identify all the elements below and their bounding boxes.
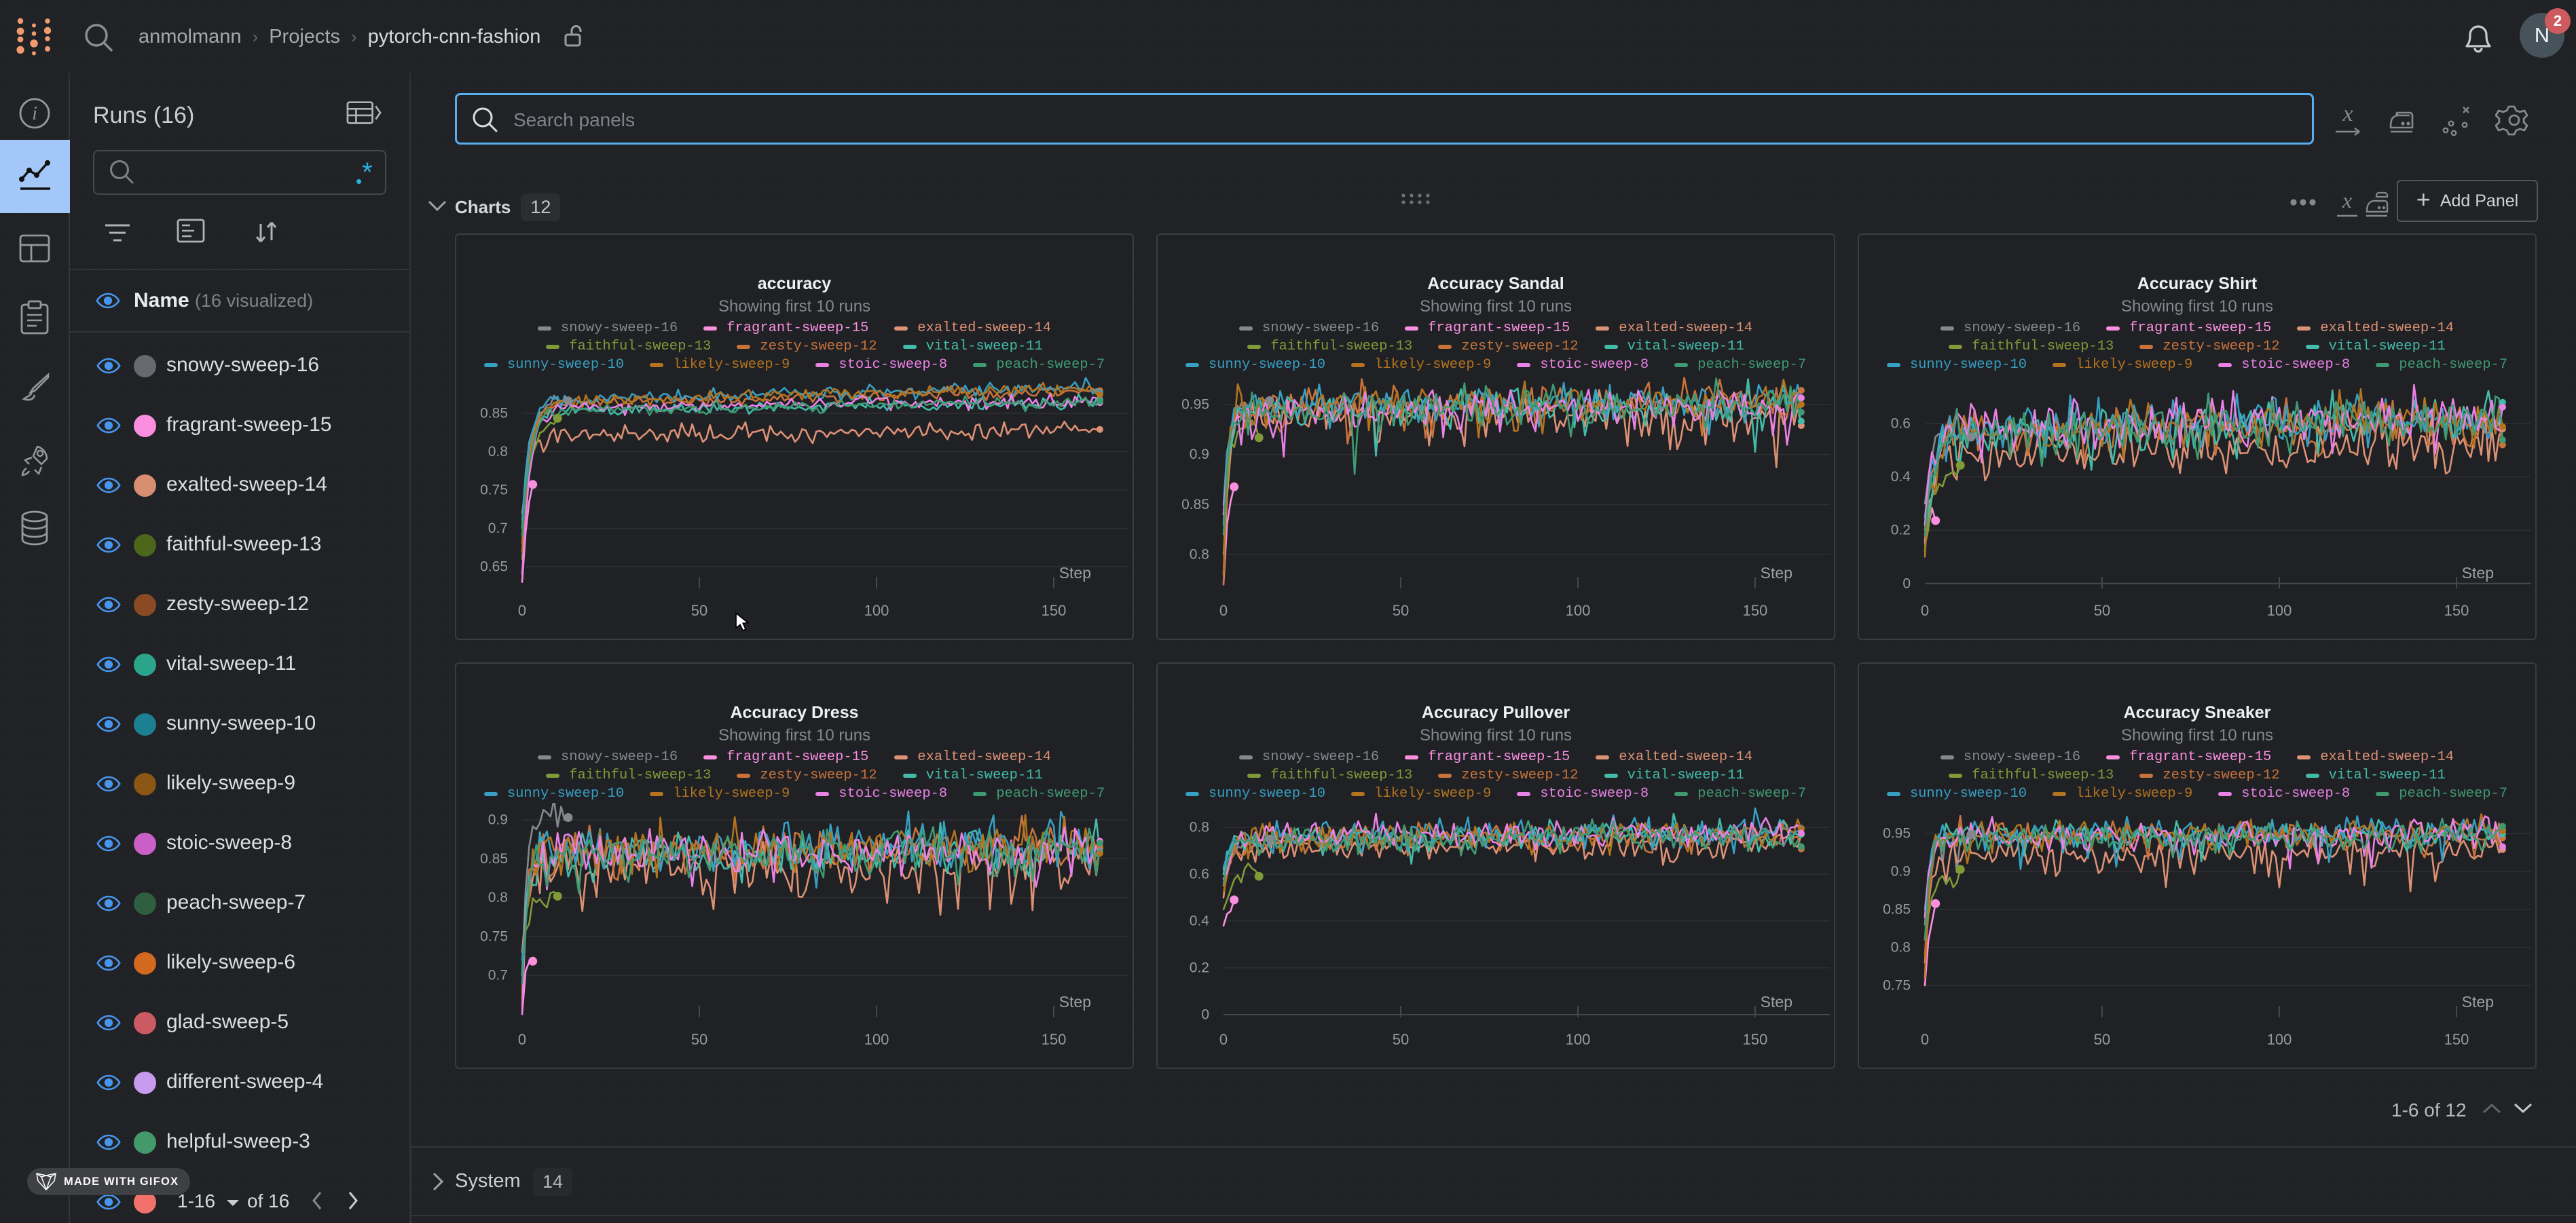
svg-text:0.95: 0.95	[1181, 397, 1209, 413]
svg-text:Step: Step	[1059, 564, 1091, 582]
svg-text:150: 150	[1042, 1031, 1067, 1048]
svg-text:0.9: 0.9	[1891, 864, 1911, 880]
svg-text:100: 100	[864, 1031, 889, 1048]
svg-text:150: 150	[1743, 602, 1768, 619]
svg-text:0.2: 0.2	[1190, 960, 1209, 976]
svg-text:0.85: 0.85	[480, 851, 508, 867]
svg-text:0.7: 0.7	[488, 521, 508, 536]
svg-text:0: 0	[518, 602, 526, 619]
svg-text:0.85: 0.85	[1181, 497, 1209, 512]
svg-text:0.4: 0.4	[1891, 469, 1911, 485]
svg-text:Step: Step	[1761, 564, 1792, 582]
svg-text:100: 100	[1566, 1031, 1591, 1048]
svg-text:0.9: 0.9	[488, 812, 508, 828]
svg-text:Step: Step	[1059, 993, 1091, 1011]
svg-text:50: 50	[1393, 602, 1409, 619]
svg-text:0: 0	[1219, 602, 1228, 619]
svg-text:0.8: 0.8	[1190, 820, 1209, 835]
svg-text:Step: Step	[2462, 993, 2494, 1011]
svg-text:0.8: 0.8	[488, 444, 508, 459]
svg-text:150: 150	[2444, 1031, 2469, 1048]
svg-text:0.8: 0.8	[1190, 547, 1209, 563]
svg-text:0.7: 0.7	[488, 968, 508, 983]
svg-text:0.6: 0.6	[1190, 867, 1209, 882]
svg-text:0.6: 0.6	[1891, 416, 1911, 432]
svg-text:0.8: 0.8	[488, 890, 508, 905]
svg-text:Step: Step	[1761, 993, 1792, 1011]
svg-text:0.85: 0.85	[1883, 902, 1911, 918]
svg-text:0.9: 0.9	[1190, 447, 1209, 462]
svg-text:150: 150	[1042, 602, 1067, 619]
svg-text:0: 0	[1921, 602, 1929, 619]
svg-text:0.75: 0.75	[480, 483, 508, 498]
svg-text:100: 100	[2267, 1031, 2292, 1048]
svg-text:50: 50	[1393, 1031, 1409, 1048]
svg-text:0.85: 0.85	[480, 406, 508, 421]
svg-text:100: 100	[1566, 602, 1591, 619]
svg-text:150: 150	[1743, 1031, 1768, 1048]
svg-text:0.75: 0.75	[480, 928, 508, 944]
svg-text:0: 0	[518, 1031, 526, 1048]
svg-text:0.8: 0.8	[1891, 940, 1911, 956]
svg-text:0.75: 0.75	[1883, 978, 1911, 994]
svg-text:0: 0	[1921, 1031, 1929, 1048]
svg-text:0.4: 0.4	[1190, 914, 1210, 929]
svg-text:0: 0	[1902, 576, 1911, 591]
svg-text:100: 100	[2267, 602, 2292, 619]
svg-text:0: 0	[1201, 1007, 1209, 1023]
svg-text:i: i	[32, 103, 37, 124]
svg-text:x: x	[2342, 189, 2352, 212]
svg-text:0.2: 0.2	[1891, 523, 1911, 538]
svg-text:50: 50	[2094, 602, 2110, 619]
svg-text:150: 150	[2444, 602, 2469, 619]
svg-text:100: 100	[864, 602, 889, 619]
svg-text:Step: Step	[2462, 564, 2494, 582]
svg-text:0.65: 0.65	[480, 559, 508, 575]
svg-text:0.95: 0.95	[1883, 826, 1911, 842]
svg-text:0: 0	[1219, 1031, 1228, 1048]
svg-text:50: 50	[2094, 1031, 2110, 1048]
svg-text:50: 50	[691, 1031, 707, 1048]
svg-text:50: 50	[691, 602, 707, 619]
svg-text:x: x	[2342, 103, 2353, 126]
